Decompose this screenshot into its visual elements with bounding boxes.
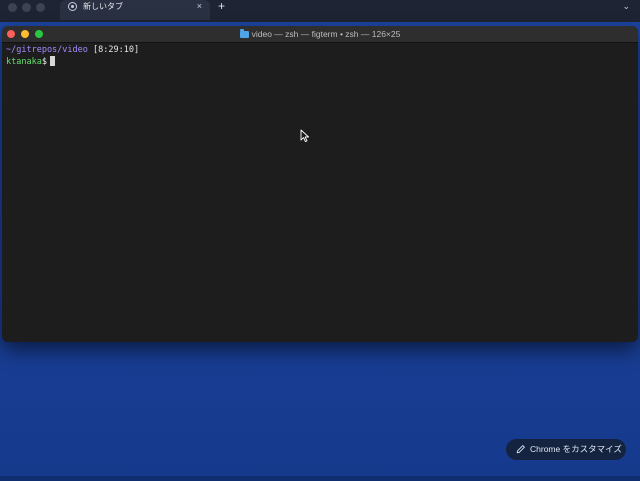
prompt-symbol: $ [41, 57, 47, 67]
chrome-close-dot[interactable] [8, 3, 17, 12]
terminal-window[interactable]: video — zsh — figterm • zsh — 126×25 ~/g… [2, 26, 638, 342]
prompt-user: ktanaka [6, 57, 42, 67]
zoom-button[interactable] [35, 30, 43, 38]
chrome-tab-new-tab[interactable]: 新しいタブ × [60, 0, 210, 20]
prompt-line-1: ~/gitrepos/video [8:29:10] [6, 44, 634, 56]
mouse-pointer-icon [300, 129, 310, 143]
new-tab-button[interactable]: + [218, 0, 225, 13]
terminal-title-text: video — zsh — figterm • zsh — 126×25 [251, 29, 401, 39]
chrome-tab-strip: 新しいタブ × + ⌄ [0, 0, 640, 22]
chrome-minimize-dot[interactable] [22, 3, 31, 12]
terminal-titlebar[interactable]: video — zsh — figterm • zsh — 126×25 [2, 26, 638, 43]
customize-chrome-label: Chrome をカスタマイズ [530, 444, 622, 454]
desktop: 新しいタブ × + ⌄ video — zsh — figterm • zsh … [0, 0, 640, 481]
customize-chrome-button[interactable]: Chrome をカスタマイズ [506, 439, 626, 460]
minimize-button[interactable] [21, 30, 29, 38]
chrome-logo-icon [68, 2, 77, 11]
chrome-maximize-dot[interactable] [36, 3, 45, 12]
close-button[interactable] [7, 30, 15, 38]
prompt-time: [8:29:10] [93, 45, 140, 55]
chrome-tab-title: 新しいタブ [83, 2, 123, 11]
pencil-icon [516, 445, 525, 454]
folder-icon [239, 29, 249, 38]
prompt-line-2: ktanaka$ [6, 56, 634, 68]
tab-search-icon[interactable]: ⌄ [622, 1, 630, 12]
terminal-title: video — zsh — figterm • zsh — 126×25 [2, 26, 638, 42]
text-cursor [49, 56, 55, 66]
bottom-edge [0, 476, 640, 481]
prompt-path: ~/gitrepos/video [6, 45, 88, 55]
terminal-output[interactable]: ~/gitrepos/video [8:29:10] ktanaka$ [6, 44, 634, 338]
close-tab-icon[interactable]: × [197, 0, 202, 12]
